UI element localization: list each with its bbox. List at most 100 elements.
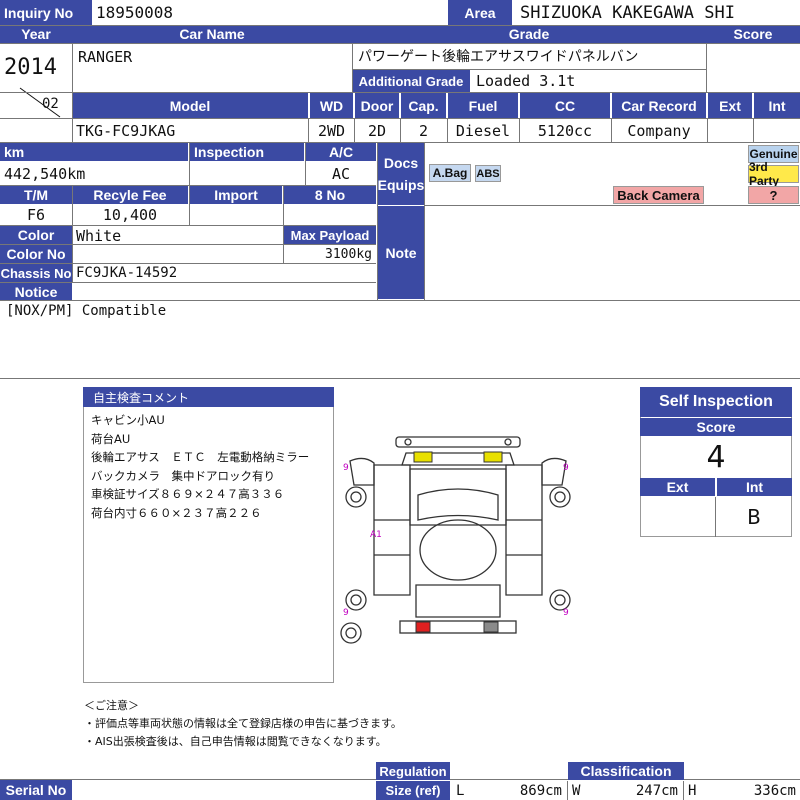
back-camera-badge: Back Camera bbox=[613, 186, 704, 204]
comment-title: 自主検査コメント bbox=[83, 387, 334, 407]
door-label: Door bbox=[355, 93, 399, 118]
self-inspection-title: Self Inspection bbox=[640, 387, 792, 417]
tire-rear-left-hub bbox=[350, 594, 362, 606]
door-value: 2D bbox=[367, 121, 387, 140]
abs-badge: ABS bbox=[475, 165, 501, 182]
wd-value: 2WD bbox=[317, 121, 346, 140]
grade-label: Grade bbox=[352, 25, 706, 43]
size-h-value: 336cm bbox=[753, 782, 796, 799]
grid-line bbox=[706, 43, 707, 93]
caution-line: ・評価点等車両状態の情報は全て登録店様の申告に基づきます。 bbox=[84, 717, 402, 730]
grid-line bbox=[352, 69, 706, 70]
cap-value: 2 bbox=[418, 121, 429, 140]
equips-label: Equips bbox=[378, 177, 424, 193]
unknown-badge: ? bbox=[748, 186, 799, 204]
cab-body bbox=[409, 468, 507, 526]
grid-line bbox=[0, 263, 376, 264]
grid-line bbox=[424, 205, 800, 206]
grid-line bbox=[377, 142, 378, 300]
comment-line: 車検証サイズ８６９×２４７高３３６ bbox=[91, 487, 285, 501]
third-party-badge: 3rd Party bbox=[748, 160, 799, 188]
car-record-label: Car Record bbox=[612, 93, 706, 118]
recycle-fee-label: Recyle Fee bbox=[72, 186, 188, 204]
ext-label: Ext bbox=[708, 93, 752, 118]
grid-line bbox=[447, 118, 448, 142]
tire-front-left-hub bbox=[350, 491, 362, 503]
car-name-label: Car Name bbox=[72, 25, 352, 43]
additional-grade-value: Loaded 3.1t bbox=[476, 72, 576, 90]
size-h-label: H bbox=[688, 782, 697, 799]
grid-line bbox=[189, 185, 190, 225]
ac-value: AC bbox=[331, 165, 351, 183]
comment-line: 荷台AU bbox=[91, 431, 131, 446]
grid-line bbox=[519, 118, 520, 142]
grid-line bbox=[308, 118, 309, 142]
comment-line: キャビン小AU bbox=[91, 413, 165, 427]
additional-grade-label: Additional Grade bbox=[352, 70, 470, 92]
windshield bbox=[417, 488, 499, 521]
color-no-label: Color No bbox=[0, 245, 72, 263]
tire-rear-left bbox=[345, 589, 367, 611]
fuel-value: Diesel bbox=[455, 121, 511, 140]
grid-line bbox=[72, 185, 73, 283]
grid-line bbox=[354, 118, 355, 142]
model-value: TKG-FC9JKAG bbox=[76, 121, 176, 140]
caution-title: ＜ご注意＞ bbox=[84, 699, 139, 712]
size-ref-label: Size (ref) bbox=[376, 781, 450, 800]
eight-no-label: 8 No bbox=[284, 186, 376, 204]
car-record-value: Company bbox=[627, 121, 691, 140]
tm-value: F6 bbox=[26, 206, 46, 224]
grid-line bbox=[400, 118, 401, 142]
abag-badge: A.Bag bbox=[429, 164, 471, 182]
grid-line bbox=[0, 244, 376, 245]
comment-line: 後輪エアサス ＥＴＣ 左電動格納ミラー bbox=[91, 450, 310, 464]
docs-equips-label: Docs Equips bbox=[378, 143, 424, 205]
grid-line bbox=[0, 378, 800, 379]
car-name-value: RANGER bbox=[78, 48, 133, 66]
comment-list: キャビン小AU 荷台AU 後輪エアサス ＥＴＣ 左電動格納ミラー バックカメラ … bbox=[91, 411, 331, 522]
front-light-left bbox=[404, 438, 412, 446]
fuel-label: Fuel bbox=[448, 93, 518, 118]
grid-line bbox=[0, 92, 800, 93]
self-inspection-score-label: Score bbox=[640, 418, 792, 436]
front-bumper bbox=[395, 436, 521, 448]
vehicle-diagram: 9 9 9 9 A1 bbox=[340, 436, 571, 644]
inspection-label: Inspection bbox=[190, 143, 304, 161]
grid-line bbox=[753, 118, 754, 142]
inquiry-no-label: Inquiry No bbox=[0, 0, 92, 25]
caution-line: ・AIS出張検査後は、自己申告情報は閲覧できなくなります。 bbox=[84, 735, 387, 748]
serial-no-label: Serial No bbox=[0, 780, 72, 800]
self-inspection-int: B bbox=[747, 505, 761, 529]
grid-line bbox=[0, 142, 800, 143]
grid-line bbox=[72, 43, 73, 142]
self-inspection-ext-label: Ext bbox=[640, 478, 715, 496]
comment-line: 荷台内寸６６０×２３７高２２６ bbox=[91, 505, 262, 520]
color-label: Color bbox=[0, 226, 72, 244]
grid-line bbox=[305, 142, 306, 186]
size-w-label: W bbox=[572, 782, 581, 799]
cap-label: Cap. bbox=[401, 93, 446, 118]
color-value: White bbox=[76, 226, 122, 245]
grid-line bbox=[0, 225, 376, 226]
cc-label: CC bbox=[520, 93, 610, 118]
grid-line bbox=[611, 118, 612, 142]
caution-block: ＜ご注意＞ ・評価点等車両状態の情報は全て登録店様の申告に基づきます。 ・AIS… bbox=[84, 697, 504, 751]
grid-line bbox=[0, 43, 800, 44]
tire-rear-right bbox=[549, 589, 571, 611]
tm-label: T/M bbox=[0, 186, 72, 204]
score-label: Score bbox=[706, 25, 800, 43]
import-label: Import bbox=[190, 186, 282, 204]
year-label: Year bbox=[0, 25, 72, 43]
headlight-left bbox=[413, 451, 433, 463]
grade-value: パワーゲート後輪エアサスワイドパネルバン bbox=[358, 49, 639, 65]
tire-front-left bbox=[345, 486, 367, 508]
tire-rear-right-hub bbox=[554, 594, 566, 606]
cc-value: 5120cc bbox=[537, 121, 593, 140]
recycle-fee-value: 10,400 bbox=[102, 206, 158, 224]
notice-label: Notice bbox=[0, 283, 72, 300]
regulation-label: Regulation bbox=[376, 762, 450, 780]
size-l-label: L bbox=[456, 782, 465, 799]
chassis-no-label: Chassis No bbox=[0, 264, 72, 282]
taillight-right bbox=[483, 621, 499, 633]
wd-label: WD bbox=[310, 93, 353, 118]
